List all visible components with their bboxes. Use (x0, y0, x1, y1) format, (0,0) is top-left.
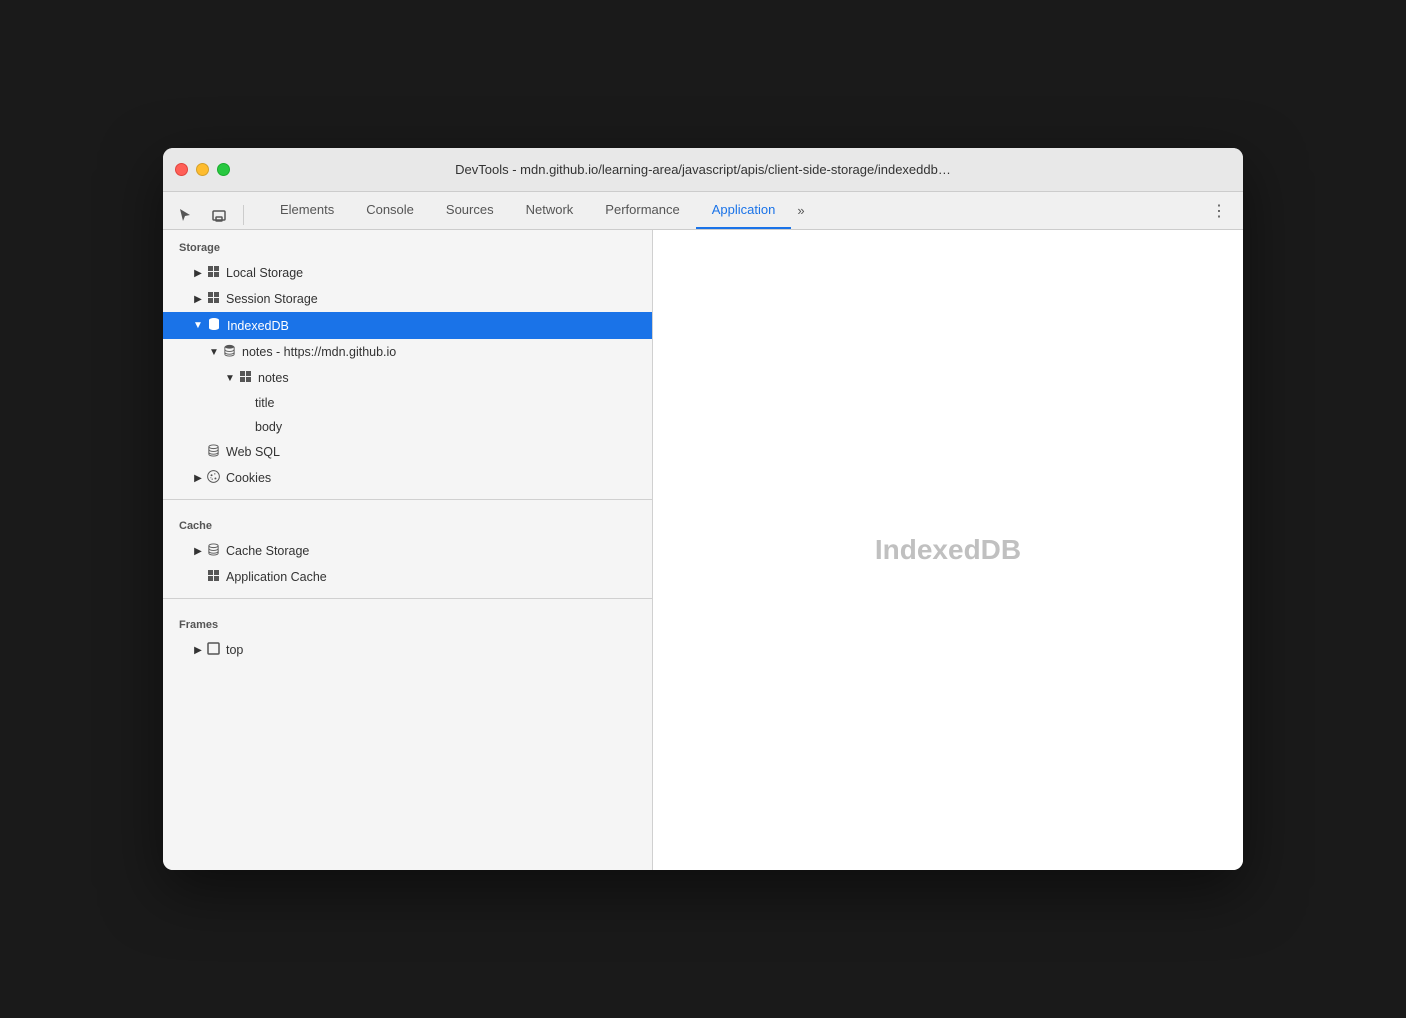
sidebar-item-cache-storage[interactable]: Cache Storage (163, 538, 652, 564)
cursor-icon-button[interactable] (171, 201, 199, 229)
devtools-window: DevTools - mdn.github.io/learning-area/j… (163, 148, 1243, 870)
db-icon-cache-storage (207, 543, 220, 559)
notes-store-label: notes (258, 371, 644, 385)
notes-db-label: notes - https://mdn.github.io (242, 345, 644, 359)
title-index-label: title (255, 396, 644, 410)
close-button[interactable] (175, 163, 188, 176)
sidebar-item-body-index[interactable]: body (163, 415, 652, 439)
cookies-icon (207, 470, 220, 486)
sidebar-item-indexeddb[interactable]: IndexedDB (163, 312, 652, 339)
chevron-frames-top (191, 643, 205, 657)
chevron-indexeddb (191, 319, 205, 333)
minimize-button[interactable] (196, 163, 209, 176)
grid-icon-session-storage (207, 291, 220, 307)
sidebar-item-session-storage[interactable]: Session Storage (163, 286, 652, 312)
content-area: IndexedDB (653, 230, 1243, 870)
web-sql-label: Web SQL (226, 445, 644, 459)
grid-icon-local-storage (207, 265, 220, 281)
body-index-label: body (255, 420, 644, 434)
chevron-local-storage (191, 266, 205, 280)
window-title: DevTools - mdn.github.io/learning-area/j… (455, 162, 951, 177)
grid-icon-app-cache (207, 569, 220, 585)
tab-bar-divider (243, 205, 244, 225)
sidebar-item-notes-store[interactable]: notes (163, 365, 652, 391)
sidebar-item-cookies[interactable]: Cookies (163, 465, 652, 491)
tab-application[interactable]: Application (696, 192, 792, 229)
sidebar: Storage Local Storage Session Storage (163, 230, 653, 870)
main-container: Storage Local Storage Session Storage (163, 230, 1243, 870)
sidebar-item-frames-top[interactable]: top (163, 637, 652, 663)
chevron-notes-db (207, 345, 221, 359)
db-icon-indexeddb (207, 317, 221, 334)
session-storage-label: Session Storage (226, 292, 644, 306)
title-bar: DevTools - mdn.github.io/learning-area/j… (163, 148, 1243, 192)
chevron-notes-store (223, 371, 237, 385)
separator-cache-frames (163, 598, 652, 599)
toolbar-icons (171, 201, 248, 229)
kebab-menu-button[interactable]: ⋮ (1203, 193, 1235, 229)
cookies-label: Cookies (226, 471, 644, 485)
frames-top-label: top (226, 643, 644, 657)
tab-sources[interactable]: Sources (430, 192, 510, 229)
tab-network[interactable]: Network (510, 192, 590, 229)
tab-performance[interactable]: Performance (589, 192, 695, 229)
sidebar-item-notes-db[interactable]: notes - https://mdn.github.io (163, 339, 652, 365)
sidebar-item-app-cache[interactable]: Application Cache (163, 564, 652, 590)
local-storage-label: Local Storage (226, 266, 644, 280)
db-icon-notes-db (223, 344, 236, 360)
cache-section-header: Cache (163, 508, 652, 538)
chevron-cache-storage (191, 544, 205, 558)
tab-console[interactable]: Console (350, 192, 430, 229)
content-placeholder: IndexedDB (875, 534, 1021, 566)
tabs-container: Elements Console Sources Network Perform… (264, 192, 811, 229)
storage-section-header: Storage (163, 230, 652, 260)
separator-storage-cache (163, 499, 652, 500)
grid-icon-notes-store (239, 370, 252, 386)
chevron-cookies (191, 471, 205, 485)
sidebar-item-web-sql[interactable]: Web SQL (163, 439, 652, 465)
chevron-session-storage (191, 292, 205, 306)
sidebar-item-title-index[interactable]: title (163, 391, 652, 415)
maximize-button[interactable] (217, 163, 230, 176)
tab-elements[interactable]: Elements (264, 192, 350, 229)
cache-storage-label: Cache Storage (226, 544, 644, 558)
sidebar-item-local-storage[interactable]: Local Storage (163, 260, 652, 286)
frames-section-header: Frames (163, 607, 652, 637)
tab-more-button[interactable]: » (791, 192, 810, 229)
indexeddb-label: IndexedDB (227, 319, 644, 333)
app-cache-label: Application Cache (226, 570, 644, 584)
responsive-icon-button[interactable] (205, 201, 233, 229)
tab-bar: Elements Console Sources Network Perform… (163, 192, 1243, 230)
frame-icon (207, 642, 220, 658)
db-icon-web-sql (207, 444, 220, 460)
traffic-lights (175, 163, 230, 176)
